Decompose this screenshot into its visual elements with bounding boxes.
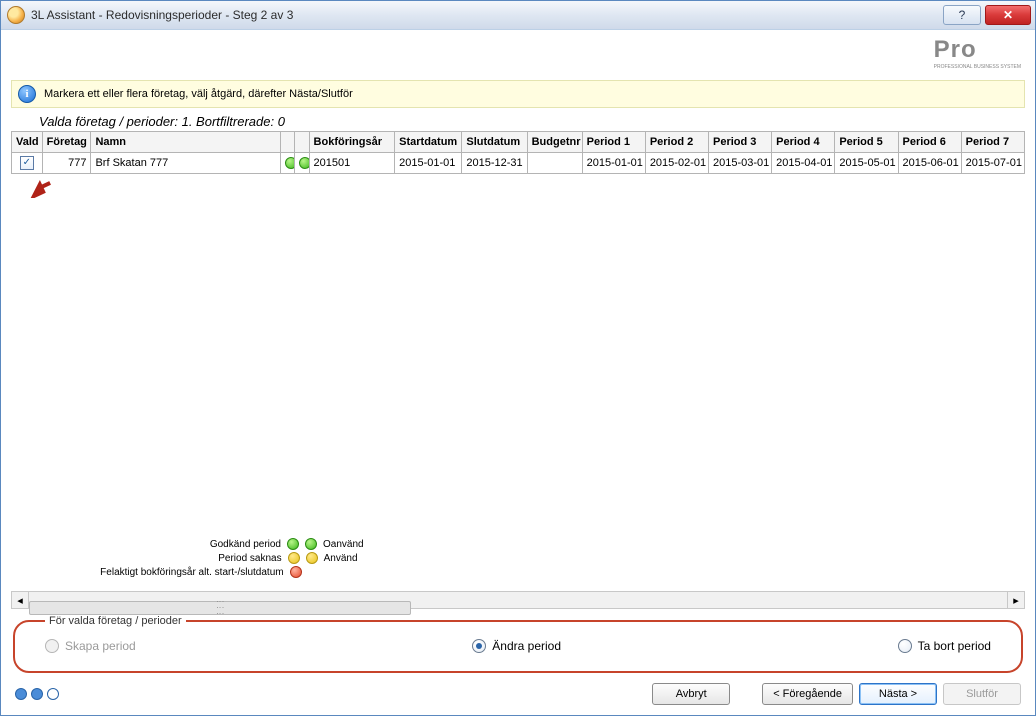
cell-namn: Brf Skatan 777 bbox=[91, 153, 281, 174]
app-icon bbox=[7, 6, 25, 24]
step-dot-icon bbox=[47, 688, 59, 700]
back-button[interactable]: < Föregående bbox=[762, 683, 853, 705]
cancel-button[interactable]: Avbryt bbox=[652, 683, 730, 705]
legend-yellow-dot-icon bbox=[288, 552, 300, 564]
cell-period1: 2015-01-01 bbox=[582, 153, 645, 174]
col-period4[interactable]: Period 4 bbox=[772, 132, 835, 153]
legend-red-dot-icon bbox=[290, 566, 302, 578]
radio-icon bbox=[45, 639, 59, 653]
radio-create-period: Skapa period bbox=[45, 639, 136, 653]
step-dot-icon bbox=[15, 688, 27, 700]
cell-foretag: 777 bbox=[42, 153, 91, 174]
col-startdatum[interactable]: Startdatum bbox=[395, 132, 462, 153]
info-text: Markera ett eller flera företag, välj åt… bbox=[44, 88, 353, 100]
status-dot-icon bbox=[299, 157, 309, 169]
cell-status2 bbox=[295, 153, 309, 174]
legend-missing-label: Period saknas bbox=[92, 553, 282, 564]
help-button[interactable]: ? bbox=[943, 5, 981, 25]
cell-startdatum: 2015-01-01 bbox=[395, 153, 462, 174]
col-period5[interactable]: Period 5 bbox=[835, 132, 898, 153]
action-groupbox: För valda företag / perioder Skapa perio… bbox=[13, 615, 1023, 673]
col-bokforingsar[interactable]: Bokföringsår bbox=[309, 132, 395, 153]
wizard-window: 3L Assistant - Redovisningsperioder - St… bbox=[0, 0, 1036, 716]
status-dot-icon bbox=[285, 157, 295, 169]
col-vald[interactable]: Vald bbox=[12, 132, 43, 153]
cell-period6: 2015-06-01 bbox=[898, 153, 961, 174]
cell-slutdatum: 2015-12-31 bbox=[462, 153, 527, 174]
legend-approved-label: Godkänd period bbox=[91, 539, 281, 550]
col-period2[interactable]: Period 2 bbox=[645, 132, 708, 153]
legend-error-label: Felaktigt bokföringsår alt. start-/slutd… bbox=[94, 567, 284, 578]
check-icon: ✓ bbox=[23, 158, 31, 168]
logo-text: Pro bbox=[934, 36, 977, 63]
legend-used-label: Använd bbox=[324, 553, 364, 564]
radio-modify-period[interactable]: Ändra period bbox=[472, 639, 561, 653]
cell-vald[interactable]: ✓ bbox=[12, 153, 43, 174]
next-button[interactable]: Nästa > bbox=[859, 683, 937, 705]
table-body-space: Godkänd period Oanvänd Period saknas Anv… bbox=[11, 174, 1025, 587]
radio-delete-label: Ta bort period bbox=[918, 639, 991, 653]
radio-modify-label: Ändra period bbox=[492, 639, 561, 653]
col-period1[interactable]: Period 1 bbox=[582, 132, 645, 153]
cell-period4: 2015-04-01 bbox=[772, 153, 835, 174]
radio-create-label: Skapa period bbox=[65, 639, 136, 653]
info-bar: i Markera ett eller flera företag, välj … bbox=[11, 80, 1025, 108]
col-namn[interactable]: Namn bbox=[91, 132, 281, 153]
col-period3[interactable]: Period 3 bbox=[708, 132, 771, 153]
col-status1[interactable] bbox=[281, 132, 295, 153]
chevron-left-icon: ◂ bbox=[17, 594, 23, 607]
table-row[interactable]: ✓ 777 Brf Skatan 777 201501 2015-01-01 2… bbox=[12, 153, 1025, 174]
cell-period3: 2015-03-01 bbox=[708, 153, 771, 174]
horizontal-scrollbar[interactable]: ◂ ▸ bbox=[11, 591, 1025, 609]
cell-period2: 2015-02-01 bbox=[645, 153, 708, 174]
col-slutdatum[interactable]: Slutdatum bbox=[462, 132, 527, 153]
close-button[interactable]: ✕ bbox=[985, 5, 1031, 25]
legend-green-dot-icon bbox=[287, 538, 299, 550]
step-dot-icon bbox=[31, 688, 43, 700]
titlebar: 3L Assistant - Redovisningsperioder - St… bbox=[1, 1, 1035, 30]
radio-delete-period[interactable]: Ta bort period bbox=[898, 639, 991, 653]
col-budgetnr[interactable]: Budgetnr bbox=[527, 132, 582, 153]
logo-subtext: PROFESSIONAL BUSINESS SYSTEM bbox=[934, 64, 1021, 70]
periods-table-wrap: Vald Företag Namn Bokföringsår Startdatu… bbox=[11, 131, 1025, 174]
periods-table: Vald Företag Namn Bokföringsår Startdatu… bbox=[11, 131, 1025, 174]
radio-icon bbox=[472, 639, 486, 653]
scroll-left-button[interactable]: ◂ bbox=[12, 592, 29, 608]
action-radio-row: Skapa period Ändra period Ta bort period bbox=[45, 639, 991, 653]
content-area: Pro PROFESSIONAL BUSINESS SYSTEM i Marke… bbox=[1, 30, 1035, 715]
selection-summary: Valda företag / perioder: 1. Bortfiltrer… bbox=[39, 114, 1025, 129]
cell-bokforingsar: 201501 bbox=[309, 153, 395, 174]
legend-green-dot-icon bbox=[305, 538, 317, 550]
brand-logo: Pro PROFESSIONAL BUSINESS SYSTEM bbox=[934, 36, 1021, 70]
cell-period7: 2015-07-01 bbox=[961, 153, 1024, 174]
info-icon: i bbox=[18, 85, 36, 103]
window-title: 3L Assistant - Redovisningsperioder - St… bbox=[31, 8, 943, 22]
legend: Godkänd period Oanvänd Period saknas Anv… bbox=[91, 537, 364, 579]
row-select-checkbox[interactable]: ✓ bbox=[20, 156, 34, 170]
chevron-right-icon: ▸ bbox=[1013, 594, 1019, 607]
legend-unused-label: Oanvänd bbox=[323, 539, 364, 550]
close-icon: ✕ bbox=[1003, 8, 1013, 22]
radio-icon bbox=[898, 639, 912, 653]
col-status2[interactable] bbox=[295, 132, 309, 153]
step-indicator bbox=[15, 688, 59, 700]
help-icon: ? bbox=[959, 8, 966, 22]
radio-selected-dot-icon bbox=[476, 643, 482, 649]
action-groupbox-legend: För valda företag / perioder bbox=[45, 615, 186, 627]
wizard-footer: Avbryt < Föregående Nästa > Slutför bbox=[11, 673, 1025, 705]
window-buttons: ? ✕ bbox=[943, 5, 1031, 25]
scroll-right-button[interactable]: ▸ bbox=[1007, 592, 1024, 608]
scroll-thumb[interactable] bbox=[29, 601, 411, 615]
cell-budgetnr bbox=[527, 153, 582, 174]
legend-yellow-dot-icon bbox=[306, 552, 318, 564]
col-foretag[interactable]: Företag bbox=[42, 132, 91, 153]
cell-period5: 2015-05-01 bbox=[835, 153, 898, 174]
table-header-row: Vald Företag Namn Bokföringsår Startdatu… bbox=[12, 132, 1025, 153]
col-period7[interactable]: Period 7 bbox=[961, 132, 1024, 153]
cell-status1 bbox=[281, 153, 295, 174]
finish-button: Slutför bbox=[943, 683, 1021, 705]
col-period6[interactable]: Period 6 bbox=[898, 132, 961, 153]
